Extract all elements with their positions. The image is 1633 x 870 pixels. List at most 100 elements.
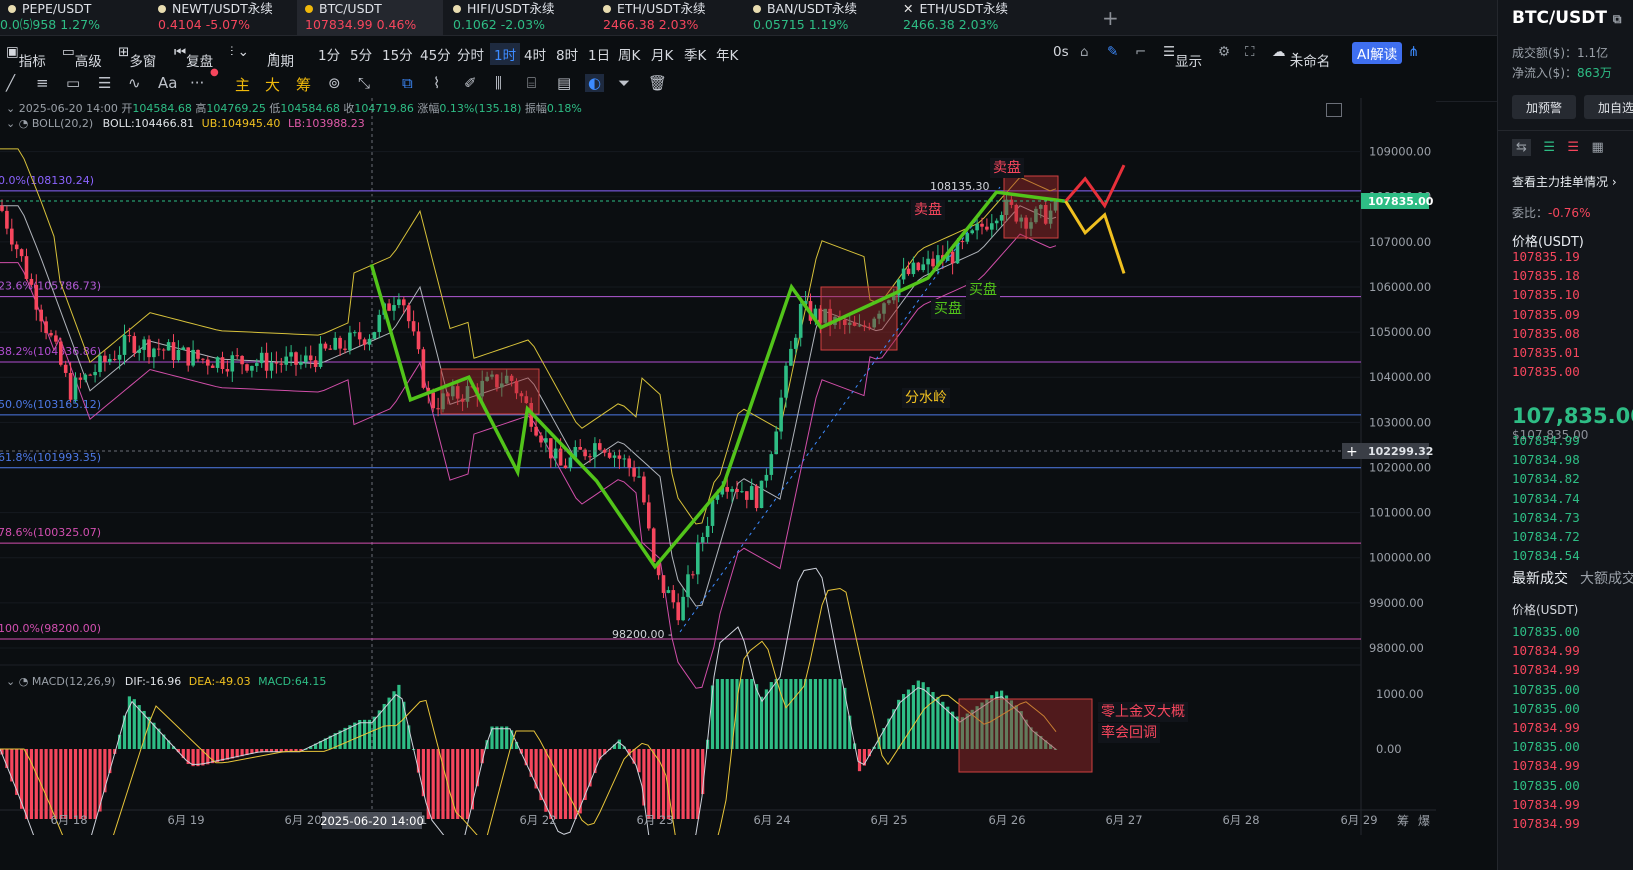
lock-icon[interactable]: ⌸ <box>527 74 536 92</box>
price-chart[interactable]: 0.0%(108130.24)23.6%(105786.73)38.2%(104… <box>0 98 1436 835</box>
add-tab-icon[interactable]: + <box>1102 6 1119 30</box>
tab-ban[interactable]: BAN/USDT永续 0.05715 1.19% <box>745 0 900 36</box>
layout-dropdown[interactable]: ☁ 未命名 ⌄ <box>1272 44 1330 70</box>
bid-row[interactable]: 107834.73 <box>1512 510 1580 525</box>
close-icon[interactable]: ✕ <box>903 1 913 16</box>
window-icon[interactable]: ⧉ <box>1613 12 1622 26</box>
chips-tool[interactable]: 筹 <box>296 74 311 95</box>
add-favorite-button[interactable]: 加自选 <box>1584 95 1633 119</box>
depth-link[interactable]: 查看主力挂单情况 › <box>1512 173 1617 190</box>
ask-row[interactable]: 107835.19 <box>1512 249 1580 264</box>
collapse-icon[interactable]: ⌄ <box>6 102 15 115</box>
add-alert-button[interactable]: 加预警 <box>1512 95 1577 119</box>
settings-icon[interactable]: ⚙ <box>1218 44 1230 60</box>
candle-body <box>181 347 186 350</box>
parallel-tool-icon[interactable]: ☰ <box>98 74 111 92</box>
big-tool[interactable]: 大 <box>265 74 280 95</box>
bell-icon[interactable]: ◔ <box>19 117 29 130</box>
hline-tool-icon[interactable]: ≡ <box>36 74 49 92</box>
bid-row[interactable]: 107834.98 <box>1512 452 1580 467</box>
advanced-button[interactable]: ▭ 高级 <box>62 44 102 70</box>
collapse-icon[interactable]: ⌄ <box>6 675 15 688</box>
magnet-icon[interactable]: ⊚ <box>328 74 341 92</box>
ask-row[interactable]: 107835.09 <box>1512 307 1580 322</box>
bid-row[interactable]: 107834.74 <box>1512 491 1580 506</box>
tab-pepe[interactable]: PEPE/USDT 0.0⑸958 1.27% <box>0 0 155 36</box>
chart-type-button[interactable]: ⫶ ⌄ <box>230 44 249 60</box>
more-tools[interactable]: ··· <box>190 74 204 92</box>
ask-row[interactable]: 107835.10 <box>1512 287 1580 302</box>
tab-btc[interactable]: BTC/USDT 107834.99 0.46% <box>297 0 443 36</box>
interval-year[interactable]: 年K <box>716 44 738 64</box>
bid-row[interactable]: 107834.99 <box>1512 433 1580 448</box>
wave-tool-icon[interactable]: ∿ <box>128 74 141 92</box>
interval-15m[interactable]: 15分 <box>382 44 413 64</box>
magnet-active-icon[interactable]: ◐ <box>585 74 605 92</box>
copy-icon[interactable]: ⧉ <box>402 74 413 92</box>
volume-row: 成交额($)：1.1亿 <box>1512 44 1608 61</box>
bid-row[interactable]: 107834.72 <box>1512 529 1580 544</box>
add-alert-icon-glyph[interactable]: + <box>1346 444 1358 460</box>
camera-icon[interactable]: ⌂ <box>1080 44 1089 60</box>
main-tool[interactable]: 主 <box>235 74 250 95</box>
highlighter-icon[interactable]: ✐ <box>464 74 477 92</box>
pair-title[interactable]: BTC/USDT ⧉ <box>1512 8 1622 28</box>
interval-8h[interactable]: 8时 <box>556 44 578 64</box>
chips-corner-label[interactable]: 筹 <box>1397 814 1409 828</box>
multi-window-button[interactable]: ⊞ 多窗 <box>118 44 156 70</box>
interval-line[interactable]: 分时 <box>457 44 484 64</box>
bid-row[interactable]: 107834.54 <box>1512 548 1580 563</box>
liquidation-corner-label[interactable]: 爆 <box>1418 814 1430 828</box>
interval-week[interactable]: 周K <box>618 44 640 64</box>
indicator-button[interactable]: ▣ 指标 <box>6 44 46 70</box>
interval-45m[interactable]: 45分 <box>420 44 451 64</box>
interval-1h[interactable]: 1时 <box>490 43 521 65</box>
brush-icon[interactable]: ⌇ <box>433 74 440 92</box>
list-icon[interactable]: ▤ <box>557 74 571 92</box>
rect-tool-icon[interactable]: ▭ <box>66 74 80 92</box>
filter-icon[interactable]: ⏷ <box>618 74 630 92</box>
tab-hifi[interactable]: HIFI/USDT永续 0.1062 -2.03% <box>445 0 600 36</box>
orderbook-view-icons[interactable]: ⇆ ☰ ☰ ▦ <box>1512 139 1604 156</box>
bell-icon[interactable]: ◔ <box>19 675 29 688</box>
ask-row[interactable]: 107835.08 <box>1512 326 1580 341</box>
ask-row[interactable]: 107835.01 <box>1512 345 1580 360</box>
grid-view-icon[interactable]: ▦ <box>1591 140 1603 155</box>
replay-button[interactable]: ⏮ 复盘 <box>174 44 213 70</box>
measure-icon[interactable]: ⤡ <box>358 74 370 92</box>
both-view-icon[interactable]: ⇆ <box>1512 139 1531 156</box>
asks-view-icon[interactable]: ☰ <box>1567 140 1579 155</box>
line-tool-icon[interactable]: ╱ <box>6 74 15 92</box>
ask-row[interactable]: 107835.18 <box>1512 268 1580 283</box>
interval-1m[interactable]: 1分 <box>318 44 340 64</box>
interval-month[interactable]: 月K <box>651 44 673 64</box>
ai-analysis-button[interactable]: AI解读 <box>1352 42 1403 64</box>
tab-newt[interactable]: NEWT/USDT永续 0.4104 -5.07% <box>150 0 305 36</box>
candle-body <box>225 369 230 372</box>
trash-icon[interactable]: 🗑 <box>648 74 667 92</box>
bars-icon[interactable]: ⫼ <box>495 74 502 92</box>
text-tool[interactable]: Aa <box>158 74 177 92</box>
ask-row[interactable]: 107835.00 <box>1512 364 1580 379</box>
fullscreen-icon[interactable]: ⛶ <box>1245 44 1254 60</box>
interval-1d[interactable]: 1日 <box>588 44 610 64</box>
share-icon[interactable]: ⋔ <box>1408 44 1419 60</box>
macd-bar <box>725 679 729 749</box>
bids-view-icon[interactable]: ☰ <box>1543 140 1555 155</box>
display-button[interactable]: ☰ 显示 <box>1163 44 1202 70</box>
tab-eth-2[interactable]: ✕ ETH/USDT永续 2466.38 2.03% <box>895 0 1050 36</box>
tab-eth[interactable]: ETH/USDT永续 2466.38 2.03% <box>595 0 750 36</box>
interval-quarter[interactable]: 季K <box>684 44 706 64</box>
expand-icon[interactable] <box>1326 103 1342 117</box>
macd-bar <box>823 679 827 749</box>
collapse-icon[interactable]: ⌄ <box>6 117 15 130</box>
tab-latest-trades[interactable]: 最新成交 <box>1512 568 1568 588</box>
interval-5m[interactable]: 5分 <box>350 44 372 64</box>
pointer-icon[interactable]: ⌐ <box>1135 44 1146 60</box>
pencil-icon[interactable]: ✎ <box>1107 44 1118 60</box>
y-tick-label: 105000.00 <box>1369 325 1431 339</box>
bid-row[interactable]: 107834.82 <box>1512 471 1580 486</box>
tab-big-trades[interactable]: 大额成交 <box>1580 568 1633 588</box>
period-dropdown[interactable]: 周期 ⌄ <box>267 44 294 70</box>
interval-4h[interactable]: 4时 <box>524 44 546 64</box>
